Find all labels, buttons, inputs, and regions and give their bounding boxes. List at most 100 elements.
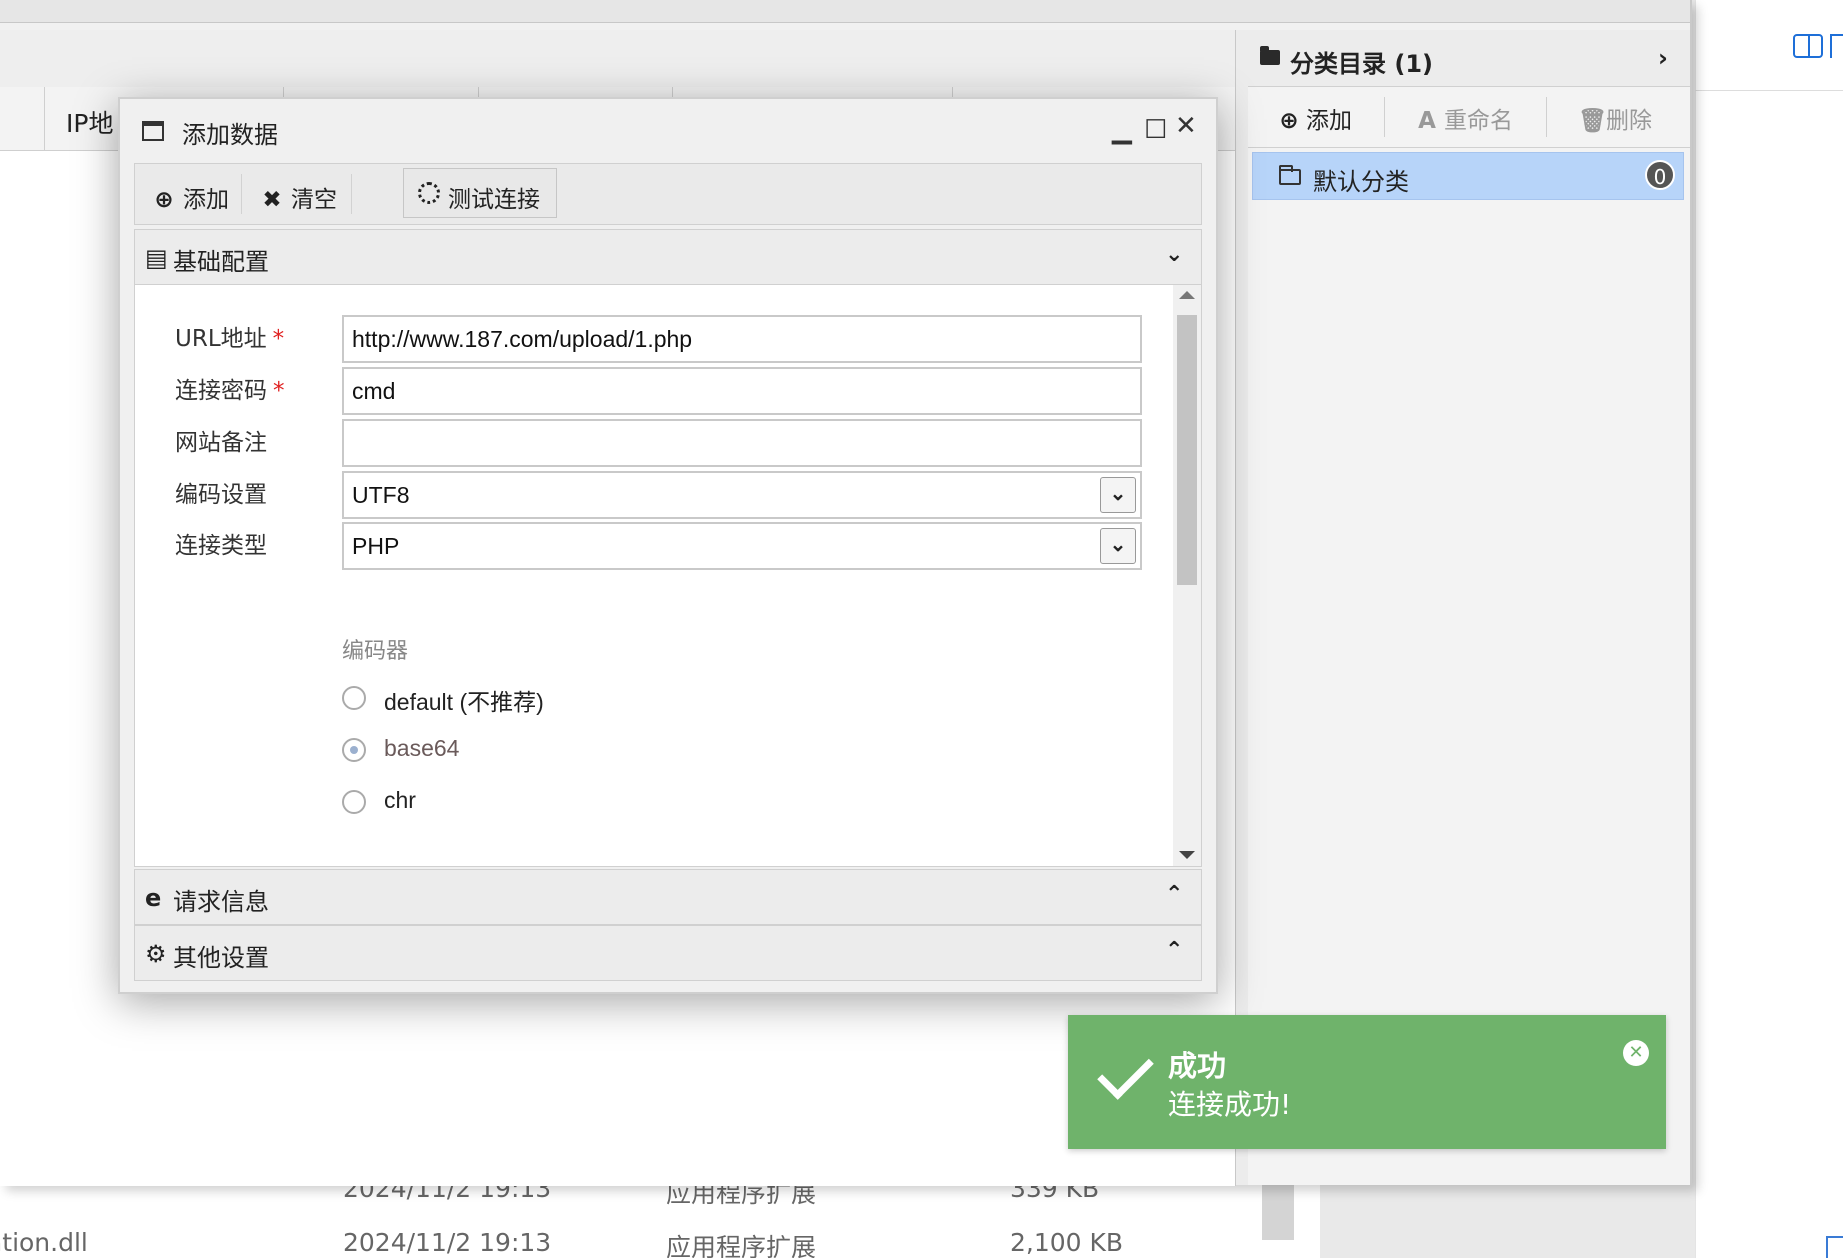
section-basic-header[interactable]: ▤ 基础配置 ⌄ (134, 229, 1202, 285)
grid-column-ip[interactable]: IP地 (66, 104, 113, 140)
check-icon (1097, 1043, 1154, 1100)
encoder-option-label: chr (384, 787, 416, 813)
maximize-icon[interactable]: ☐ (1144, 115, 1167, 145)
corner-checkbox-icon (1826, 1236, 1843, 1258)
section-request-header[interactable]: e 请求信息 ⌃ (134, 869, 1202, 925)
toast-message: 连接成功! (1168, 1088, 1292, 1121)
category-delete-label: 删除 (1606, 108, 1652, 134)
grid-tabbar (0, 30, 1235, 88)
category-rename-label: 重命名 (1444, 108, 1513, 134)
add-data-dialog: 添加数据 ▁ ☐ ✕ ⊕ 添加 ✖ 清空 测试连接 ▤ 基础配置 ⌄ URL地址 * … (118, 97, 1218, 994)
test-connection-button[interactable]: 测试连接 (403, 168, 557, 218)
folder-outline-icon (1279, 165, 1301, 185)
password-input[interactable]: cmd (342, 367, 1142, 415)
explorer-right-divider (1695, 90, 1843, 91)
section-other-header[interactable]: ⚙ 其他设置 ⌃ (134, 925, 1202, 981)
category-panel: 分类目录 (1) › ⊕ 添加 A 重命名 🗑删除 默认分类 0 (1248, 30, 1690, 1185)
chevron-right-icon[interactable]: › (1658, 44, 1668, 72)
file-type: 应用程序扩展 (666, 1233, 817, 1258)
type-label: 连接类型 (175, 533, 267, 559)
file-text-icon: ▤ (145, 244, 168, 272)
plus-circle-icon: ⊕ (1279, 108, 1299, 134)
file-name: lation.dll (0, 1228, 88, 1257)
toolbar-separator (241, 174, 242, 214)
grid-col-divider[interactable] (44, 87, 45, 150)
url-input[interactable]: http://www.187.com/upload/1.php (342, 315, 1142, 363)
category-item-default[interactable]: 默认分类 0 (1252, 152, 1684, 200)
type-value: PHP (352, 533, 400, 559)
radio-button-selected[interactable] (342, 738, 366, 762)
note-label: 网站备注 (175, 430, 267, 456)
window-edge-icon (1830, 34, 1843, 58)
radio-button[interactable] (342, 790, 366, 814)
encoding-value: UTF8 (352, 482, 410, 508)
window-icon (142, 121, 164, 141)
section-request-title: 请求信息 (173, 888, 269, 916)
encoding-label: 编码设置 (175, 482, 267, 508)
dialog-titlebar[interactable]: 添加数据 ▁ ☐ ✕ (120, 99, 1216, 161)
explorer-right-pane (1695, 0, 1843, 1258)
category-toolbar: ⊕ 添加 A 重命名 🗑删除 (1248, 87, 1690, 148)
encoder-option-label: default (不推荐) (384, 689, 544, 715)
chevron-up-icon[interactable]: ⌃ (1165, 882, 1183, 907)
dialog-title: 添加数据 (182, 121, 278, 149)
minimize-icon[interactable]: ▁ (1112, 115, 1132, 145)
chevron-down-icon[interactable]: ⌄ (1165, 242, 1183, 267)
note-input[interactable] (342, 419, 1142, 467)
close-icon[interactable]: ✕ (1623, 1040, 1649, 1066)
required-mark: * (273, 378, 285, 404)
type-select[interactable]: PHP ⌄ (342, 522, 1142, 570)
toolbar-separator (351, 174, 352, 214)
category-title: 分类目录 (1) (1290, 50, 1433, 78)
scroll-up-icon[interactable] (1179, 291, 1195, 299)
toolbar-separator (1384, 97, 1385, 137)
dialog-toolbar: ⊕ 添加 ✖ 清空 测试连接 (134, 163, 1202, 225)
chevron-down-icon[interactable]: ⌄ (1100, 477, 1136, 513)
file-date: 2024/11/2 19:13 (343, 1228, 552, 1257)
plus-circle-icon: ⊕ (154, 187, 174, 213)
category-delete-button[interactable]: 🗑删除 (1578, 101, 1652, 135)
category-count-badge: 0 (1645, 160, 1675, 190)
trash-icon: 🗑 (1578, 108, 1608, 134)
add-button-label: 添加 (183, 187, 229, 213)
section-basic-title: 基础配置 (173, 248, 269, 276)
clear-button[interactable]: ✖ 清空 (261, 180, 337, 214)
ie-icon: e (145, 884, 162, 912)
clear-button-label: 清空 (291, 187, 337, 213)
required-mark: * (272, 326, 285, 352)
font-icon: A (1418, 108, 1436, 134)
sidebar-toggle-icon[interactable] (1793, 34, 1823, 58)
password-label: 连接密码 * (175, 378, 285, 404)
category-add-label: 添加 (1306, 108, 1352, 134)
spinner-icon (418, 182, 440, 204)
x-icon: ✖ (262, 187, 282, 213)
encoder-title: 编码器 (342, 639, 409, 664)
add-button[interactable]: ⊕ 添加 (153, 180, 229, 214)
category-add-button[interactable]: ⊕ 添加 (1278, 101, 1352, 135)
radio-button[interactable] (342, 686, 366, 710)
scroll-down-icon[interactable] (1179, 851, 1195, 859)
encoding-select[interactable]: UTF8 ⌄ (342, 471, 1142, 519)
gears-icon: ⚙ (145, 940, 167, 968)
section-other-title: 其他设置 (173, 944, 269, 972)
chevron-down-icon[interactable]: ⌄ (1100, 528, 1136, 564)
file-size: 2,100 KB (1010, 1228, 1124, 1257)
encoder-option-label: base64 (384, 735, 460, 761)
category-rename-button[interactable]: A 重命名 (1416, 101, 1513, 135)
file-row[interactable]: lation.dll 2024/11/2 19:13 应用程序扩展 2,100 … (0, 1228, 1320, 1258)
close-icon[interactable]: ✕ (1175, 111, 1197, 141)
section-basic-body: URL地址 * http://www.187.com/upload/1.php 连… (134, 285, 1202, 867)
toast-title: 成功 (1168, 1049, 1227, 1083)
toolbar-separator (1546, 97, 1547, 137)
form-scrollbar[interactable] (1173, 285, 1201, 866)
chevron-up-icon[interactable]: ⌃ (1165, 938, 1183, 963)
category-item-label: 默认分类 (1313, 168, 1409, 196)
success-toast: 成功 连接成功! ✕ (1068, 1015, 1666, 1149)
test-connection-label: 测试连接 (448, 187, 540, 213)
folder-icon (1260, 46, 1280, 65)
scroll-thumb[interactable] (1177, 315, 1197, 585)
category-header: 分类目录 (1) › (1248, 30, 1690, 87)
url-label: URL地址 * (175, 326, 285, 352)
explorer-scrollbar[interactable] (1262, 1180, 1294, 1240)
window-top-strip (0, 0, 1690, 23)
